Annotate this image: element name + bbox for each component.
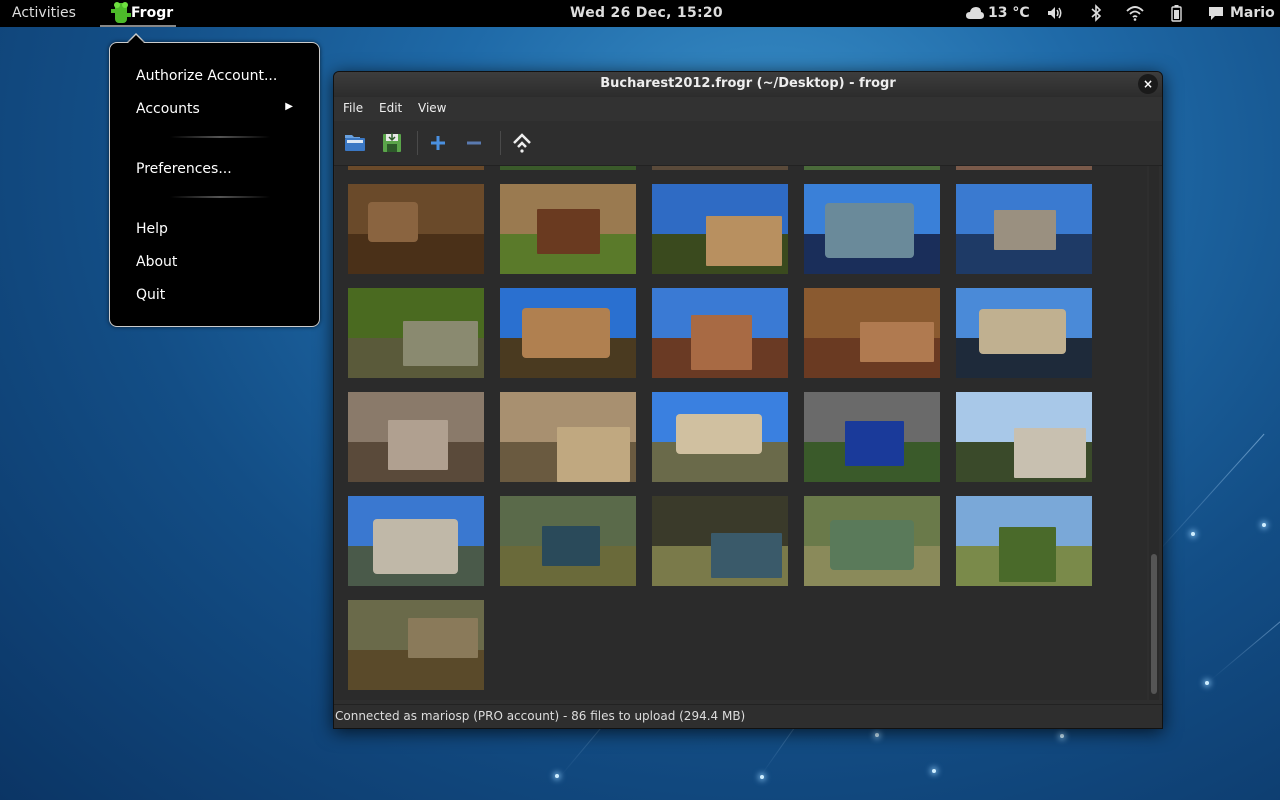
volume-icon[interactable] — [1046, 4, 1064, 22]
photo-thumbnail[interactable] — [500, 288, 636, 378]
scroll-thumb[interactable] — [1151, 554, 1157, 694]
weather-temperature[interactable]: 13 °C — [988, 0, 1030, 27]
photo-thumbnail[interactable] — [348, 600, 484, 690]
app-name: Frogr — [131, 5, 174, 21]
user-menu[interactable]: Mario — [1230, 0, 1275, 27]
chat-icon[interactable] — [1208, 6, 1224, 21]
weather-cloud-icon[interactable] — [966, 6, 984, 20]
window-titlebar[interactable]: Bucharest2012.frogr (~/Desktop) - frogr … — [334, 72, 1162, 97]
menu-item-quit[interactable]: Quit — [136, 285, 165, 305]
photo-thumbnail[interactable] — [500, 392, 636, 482]
clock[interactable]: Wed 26 Dec, 15:20 — [570, 0, 723, 27]
menu-item-authorize-account[interactable]: Authorize Account... — [136, 66, 277, 86]
app-menu-underline — [100, 25, 176, 27]
photo-thumbnail-partial[interactable] — [500, 166, 636, 170]
photo-thumbnail[interactable] — [804, 288, 940, 378]
menu-edit[interactable]: Edit — [379, 101, 402, 115]
menu-separator — [170, 136, 270, 138]
photo-thumbnail-partial[interactable] — [348, 166, 484, 170]
menubar: File Edit View — [334, 97, 1162, 121]
statusbar: Connected as mariosp (PRO account) - 86 … — [334, 704, 1162, 728]
submenu-arrow-icon: ▶ — [285, 101, 293, 112]
save-icon[interactable] — [379, 130, 405, 156]
photo-thumbnail[interactable] — [956, 288, 1092, 378]
status-text: Connected as mariosp (PRO account) - 86 … — [335, 709, 746, 723]
battery-icon[interactable] — [1167, 4, 1185, 22]
photo-thumbnail[interactable] — [956, 184, 1092, 274]
photo-thumbnail[interactable] — [348, 496, 484, 586]
photo-thumbnail-partial[interactable] — [956, 166, 1092, 170]
menu-file[interactable]: File — [343, 101, 363, 115]
activities-button[interactable]: Activities — [12, 0, 76, 27]
app-menu-popup: Authorize Account... Accounts ▶ Preferen… — [109, 42, 320, 327]
menu-item-about[interactable]: About — [136, 252, 177, 272]
photo-thumbnail[interactable] — [652, 496, 788, 586]
photo-thumbnail[interactable] — [956, 496, 1092, 586]
remove-icon[interactable] — [461, 130, 487, 156]
toolbar-separator — [500, 131, 501, 155]
menu-item-help[interactable]: Help — [136, 219, 168, 239]
photo-thumbnail[interactable] — [348, 392, 484, 482]
top-panel: Activities Frogr Wed 26 Dec, 15:20 13 °C… — [0, 0, 1280, 27]
photo-thumbnail-partial[interactable] — [804, 166, 940, 170]
scrollbar[interactable] — [1149, 166, 1159, 700]
toolbar-separator — [417, 131, 418, 155]
photo-thumbnail[interactable] — [652, 288, 788, 378]
photo-thumbnail[interactable] — [956, 392, 1092, 482]
menu-item-accounts[interactable]: Accounts — [136, 99, 296, 119]
wifi-icon[interactable] — [1126, 4, 1144, 22]
photo-thumbnail[interactable] — [500, 184, 636, 274]
photo-thumbnail[interactable] — [652, 184, 788, 274]
photo-thumbnail-partial[interactable] — [652, 166, 788, 170]
photo-thumbnail[interactable] — [500, 496, 636, 586]
menu-separator — [170, 196, 270, 198]
frogr-app-icon — [111, 2, 131, 23]
open-icon[interactable] — [342, 130, 368, 156]
photo-thumbnail[interactable] — [804, 392, 940, 482]
menu-item-accounts-label: Accounts — [136, 101, 200, 117]
bluetooth-icon[interactable] — [1087, 4, 1105, 22]
add-icon[interactable] — [425, 130, 451, 156]
photo-thumbnail[interactable] — [348, 184, 484, 274]
photo-thumbnail[interactable] — [804, 496, 940, 586]
photo-grid — [335, 166, 1147, 700]
photo-thumbnail[interactable] — [652, 392, 788, 482]
menu-view[interactable]: View — [418, 101, 446, 115]
close-button[interactable]: × — [1138, 74, 1158, 94]
toolbar — [334, 121, 1162, 166]
photo-thumbnail[interactable] — [804, 184, 940, 274]
photo-thumbnail[interactable] — [348, 288, 484, 378]
app-menu-button[interactable]: Frogr — [100, 0, 176, 27]
frogr-window: Bucharest2012.frogr (~/Desktop) - frogr … — [333, 71, 1163, 729]
upload-icon[interactable] — [509, 130, 535, 156]
window-title: Bucharest2012.frogr (~/Desktop) - frogr — [600, 76, 896, 91]
menu-item-preferences[interactable]: Preferences... — [136, 159, 232, 179]
popup-arrow-fill — [127, 35, 145, 44]
